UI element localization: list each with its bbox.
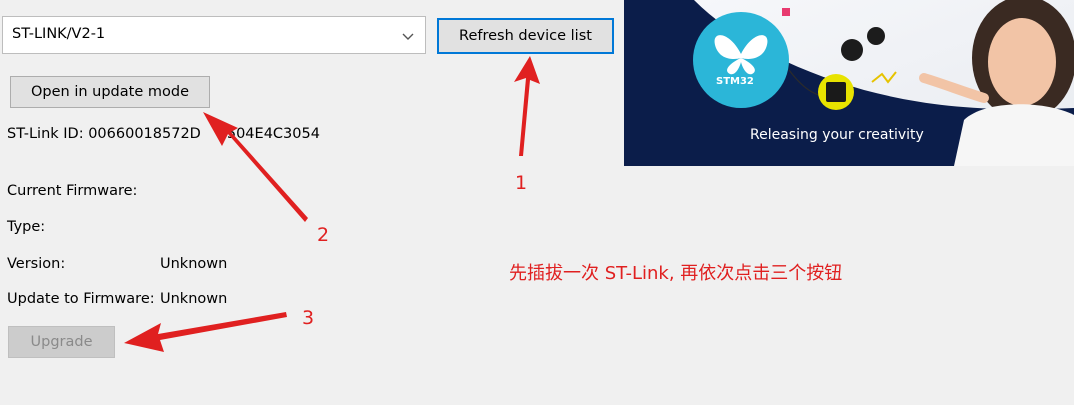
annotation-arrows [124, 56, 540, 352]
arrow-1 [514, 56, 540, 156]
step-2-label: 2 [317, 224, 330, 246]
instruction-text: 先插拔一次 ST-Link, 再依次点击三个按钮 [509, 263, 843, 284]
step-3-label: 3 [302, 307, 315, 329]
step-1-label: 1 [515, 172, 528, 194]
arrow-3 [124, 312, 287, 352]
arrow-2 [203, 112, 308, 222]
